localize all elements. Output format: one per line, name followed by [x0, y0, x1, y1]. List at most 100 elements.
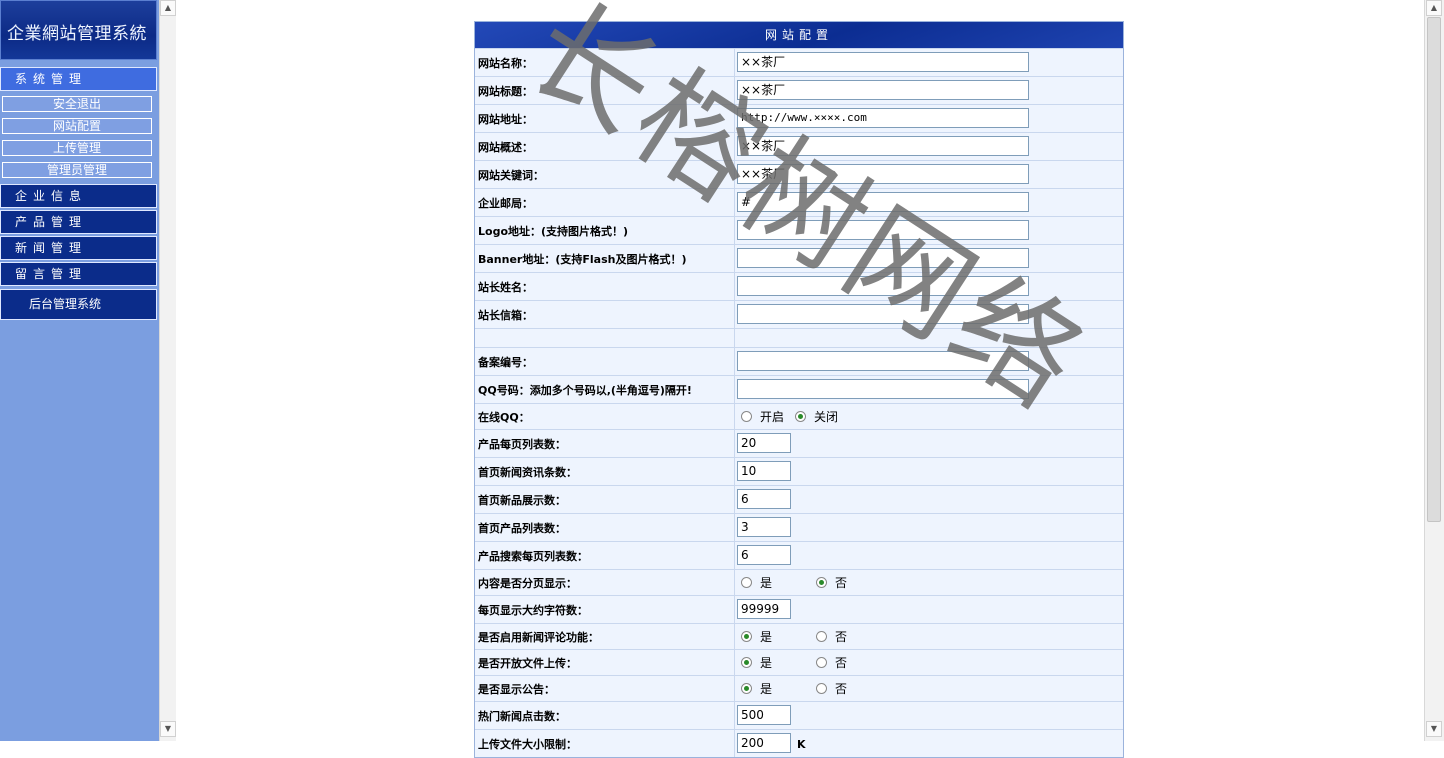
hot-clicks-input[interactable]: 500 [737, 705, 791, 725]
row-banner: Banner地址：(支持Flash及图片格式！) [475, 244, 1123, 272]
menu-news[interactable]: 新闻管理 [0, 236, 157, 260]
row-site-title: 网站标题： ××茶厂 [475, 76, 1123, 104]
menu-system[interactable]: 系统管理 [0, 67, 157, 91]
sub-item-admins[interactable]: 管理员管理 [2, 162, 152, 178]
sub-item-site-config[interactable]: 网站配置 [2, 118, 152, 134]
sidebar: 企業網站管理系統 系统管理 安全退出 网站配置 上传管理 管理员管理 企业信息 … [0, 0, 159, 741]
sub-item-logout[interactable]: 安全退出 [2, 96, 152, 112]
radio-upload-yes[interactable]: 是 [741, 654, 816, 671]
label-owner-name: 站长姓名： [478, 280, 533, 294]
site-url-input[interactable]: http://www.××××.com [737, 108, 1029, 128]
row-home-prod-list: 首页产品列表数： 3 [475, 513, 1123, 541]
site-desc-input[interactable]: ××茶厂 [737, 136, 1029, 156]
menu-news-label: 新闻管理 [15, 241, 88, 255]
radio-online-qq-on[interactable]: 开启 [741, 408, 795, 425]
label-site-name: 网站名称： [478, 56, 533, 70]
scroll-down-icon[interactable]: ▼ [160, 721, 176, 737]
search-per-page-input[interactable]: 6 [737, 545, 791, 565]
menu-company-info[interactable]: 企业信息 [0, 184, 157, 208]
radio-on-icon [816, 577, 827, 588]
logo-text: 企業網站管理系統 [7, 24, 147, 44]
menu-messages[interactable]: 留言管理 [0, 262, 157, 286]
owner-name-input[interactable] [737, 276, 1029, 296]
scroll-up-icon[interactable]: ▲ [160, 0, 176, 16]
logo-url-input[interactable] [737, 220, 1029, 240]
label-upload-limit: 上传文件大小限制： [478, 737, 577, 751]
label-email: 企业邮局： [478, 196, 533, 210]
label-upload: 是否开放文件上传： [478, 656, 577, 670]
row-hot-clicks: 热门新闻点击数： 500 [475, 701, 1123, 729]
row-logo: Logo地址：(支持图片格式！) [475, 216, 1123, 244]
row-qq: QQ号码：添加多个号码以,(半角逗号)隔开! [475, 375, 1123, 403]
radio-on-icon [741, 683, 752, 694]
label-notice: 是否显示公告： [478, 682, 555, 696]
radio-off-icon [741, 411, 752, 422]
radio-online-qq-off[interactable]: 关闭 [795, 408, 838, 425]
label-site-url: 网站地址： [478, 112, 533, 126]
label-chars-per-page: 每页显示大约字符数： [478, 603, 588, 617]
upload-limit-unit: K [797, 738, 806, 751]
site-keywords-input[interactable]: ××茶厂 [737, 164, 1029, 184]
row-home-new-prod: 首页新品展示数： 6 [475, 485, 1123, 513]
label-home-news: 首页新闻资讯条数： [478, 465, 577, 479]
scroll-thumb[interactable] [1427, 17, 1441, 522]
row-icp: 备案编号： [475, 347, 1123, 375]
site-title-input[interactable]: ××茶厂 [737, 80, 1029, 100]
sub-item-upload[interactable]: 上传管理 [2, 140, 152, 156]
qq-input[interactable] [737, 379, 1029, 399]
menu-products-label: 产品管理 [15, 215, 88, 229]
scroll-down-icon[interactable]: ▼ [1426, 721, 1442, 737]
label-online-qq: 在线QQ： [478, 410, 530, 424]
label-news-comment: 是否启用新闻评论功能： [478, 630, 599, 644]
radio-notice-no[interactable]: 否 [816, 680, 847, 697]
left-scrollbar[interactable]: ▲ ▼ [159, 0, 176, 741]
label-site-title: 网站标题： [478, 84, 533, 98]
chars-per-page-input[interactable]: 99999 [737, 599, 791, 619]
radio-news-comment-yes[interactable]: 是 [741, 628, 816, 645]
row-upload-limit: 上传文件大小限制： 200 K [475, 729, 1123, 757]
menu-messages-label: 留言管理 [15, 267, 88, 281]
row-owner-name: 站长姓名： [475, 272, 1123, 300]
row-email: 企业邮局： # [475, 188, 1123, 216]
banner-url-input[interactable] [737, 248, 1029, 268]
label-paging: 内容是否分页显示： [478, 576, 577, 590]
menu-company-info-label: 企业信息 [15, 189, 88, 203]
owner-email-input[interactable] [737, 304, 1029, 324]
home-news-input[interactable]: 10 [737, 461, 791, 481]
radio-paging-yes[interactable]: 是 [741, 574, 816, 591]
home-prod-list-input[interactable]: 3 [737, 517, 791, 537]
radio-news-comment-no[interactable]: 否 [816, 628, 847, 645]
label-search-per-page: 产品搜索每页列表数： [478, 549, 588, 563]
row-upload: 是否开放文件上传： 是 否 [475, 649, 1123, 675]
main-scrollbar[interactable]: ▲ ▼ [1424, 0, 1444, 741]
icp-input[interactable] [737, 351, 1029, 371]
radio-off-icon [741, 577, 752, 588]
row-news-comment: 是否启用新闻评论功能： 是 否 [475, 623, 1123, 649]
prod-per-page-input[interactable]: 20 [737, 433, 791, 453]
label-home-prod-list: 首页产品列表数： [478, 521, 566, 535]
radio-upload-no[interactable]: 否 [816, 654, 847, 671]
label-hot-clicks: 热门新闻点击数： [478, 709, 566, 723]
row-chars-per-page: 每页显示大约字符数： 99999 [475, 595, 1123, 623]
label-site-desc: 网站概述： [478, 140, 533, 154]
row-spacer [475, 328, 1123, 347]
upload-limit-input[interactable]: 200 [737, 733, 791, 753]
label-logo: Logo地址：(支持图片格式！) [478, 224, 629, 238]
radio-on-icon [741, 631, 752, 642]
scroll-up-icon[interactable]: ▲ [1426, 0, 1442, 16]
menu-products[interactable]: 产品管理 [0, 210, 157, 234]
label-icp: 备案编号： [478, 355, 533, 369]
label-prod-per-page: 产品每页列表数： [478, 437, 566, 451]
radio-paging-no[interactable]: 否 [816, 574, 847, 591]
label-site-keywords: 网站关键词： [478, 168, 544, 182]
menu-system-label: 系统管理 [15, 72, 88, 86]
home-new-prod-input[interactable]: 6 [737, 489, 791, 509]
label-owner-email: 站长信箱： [478, 308, 533, 322]
system-footer: 后台管理系统 [0, 289, 157, 320]
radio-notice-yes[interactable]: 是 [741, 680, 816, 697]
radio-off-icon [816, 683, 827, 694]
site-name-input[interactable]: ××茶厂 [737, 52, 1029, 72]
label-banner: Banner地址：(支持Flash及图片格式！) [478, 252, 687, 266]
row-site-name: 网站名称： ××茶厂 [475, 48, 1123, 76]
email-input[interactable]: # [737, 192, 1029, 212]
